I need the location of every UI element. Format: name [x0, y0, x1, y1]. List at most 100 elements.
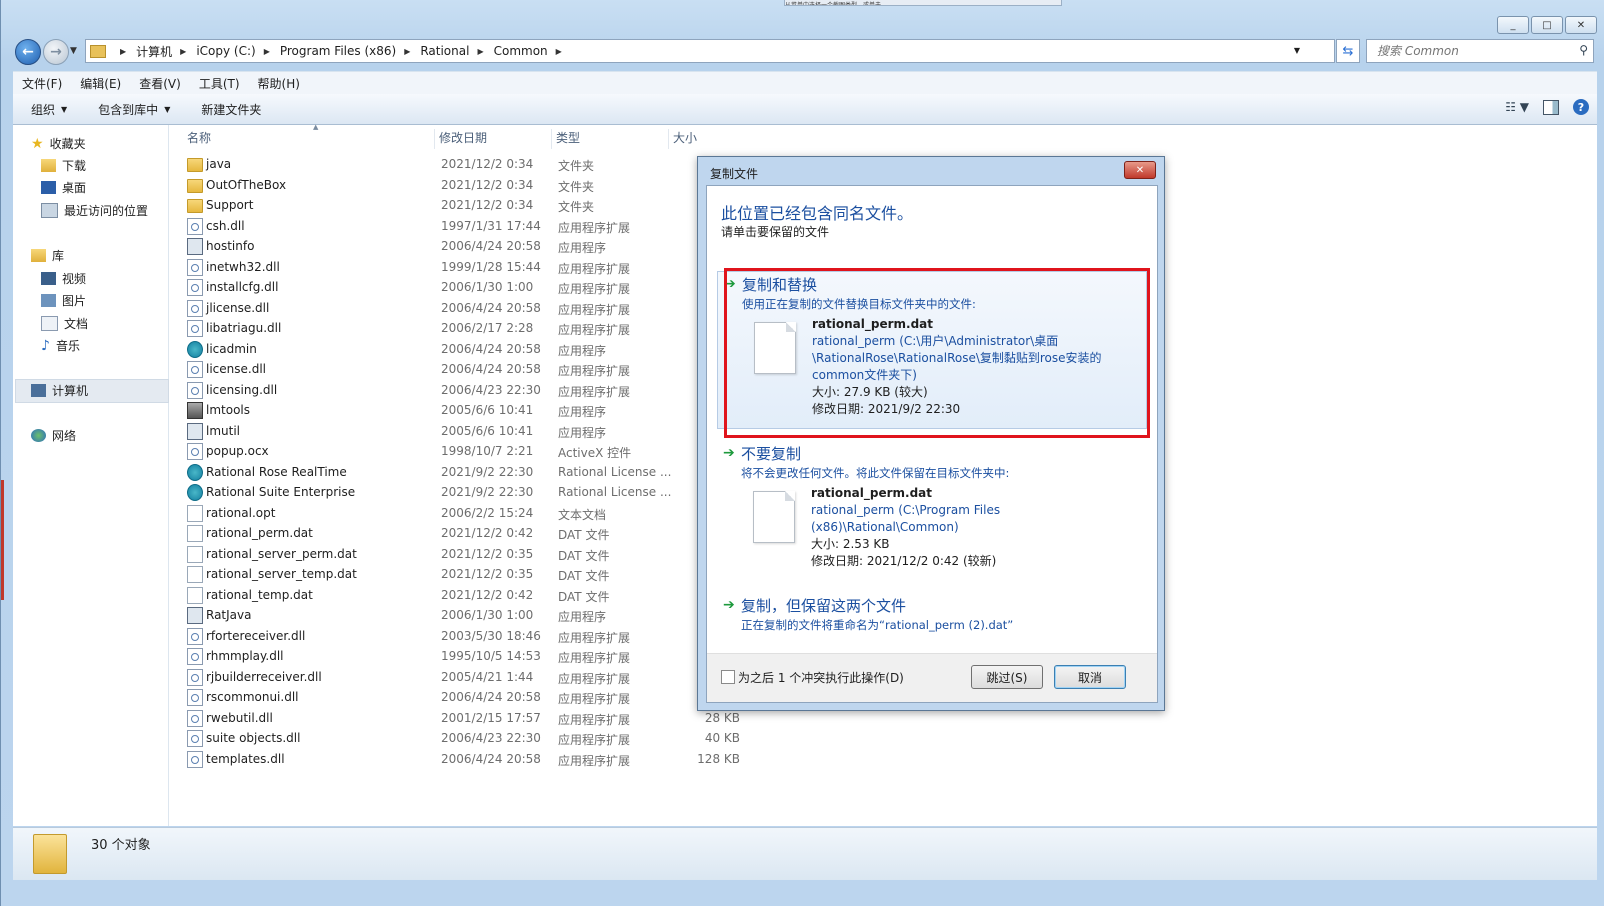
file-row[interactable]: rational_perm.dat 2021/12/2 0:42 DAT 文件 [185, 523, 755, 543]
file-row[interactable]: hostinfo 2006/4/24 20:58 应用程序 [185, 236, 755, 256]
file-row[interactable]: Support 2021/12/2 0:34 文件夹 [185, 195, 755, 215]
file-name[interactable]: rfortereceiver.dll [206, 629, 305, 643]
file-row[interactable]: rational.opt 2006/2/2 15:24 文本文档 [185, 503, 755, 523]
file-name[interactable]: rscommonui.dll [206, 690, 299, 704]
file-name[interactable]: licadmin [206, 342, 257, 356]
file-name[interactable]: Rational Suite Enterprise [206, 485, 355, 499]
menu-edit[interactable]: 编辑(E) [71, 75, 130, 92]
back-button[interactable]: ← [15, 39, 41, 65]
address-bar[interactable]: ▶ 计算机 ▶ iCopy (C:) ▶ Program Files (x86) ▶ … [85, 39, 1335, 63]
close-button[interactable]: ✕ [1565, 16, 1597, 34]
nav-desktop[interactable]: 桌面 [41, 179, 86, 196]
minimize-button[interactable]: _ [1497, 16, 1529, 34]
chevron-right-icon[interactable]: ▶ [477, 47, 483, 56]
file-row[interactable]: lmutil 2005/6/6 10:41 应用程序 [185, 421, 755, 441]
preview-pane-icon[interactable] [1543, 99, 1559, 115]
file-name[interactable]: rational_server_perm.dat [206, 547, 357, 561]
column-header-name[interactable]: 名称 [183, 129, 435, 149]
file-row[interactable]: rfortereceiver.dll 2003/5/30 18:46 应用程序扩展 [185, 626, 755, 646]
breadcrumb-rational[interactable]: Rational ▶ [420, 44, 493, 58]
organize-button[interactable]: 组织 ▼ [13, 101, 80, 118]
file-row[interactable]: rscommonui.dll2006/4/24 20:58应用程序扩展76 KB [185, 687, 755, 707]
search-box[interactable]: ⚲ [1366, 39, 1594, 63]
file-row[interactable]: license.dll 2006/4/24 20:58 应用程序扩展 [185, 359, 755, 379]
file-row[interactable]: rjbuilderreceiver.dll 2005/4/21 1:44 应用程序扩… [185, 667, 755, 687]
nav-network[interactable]: 网络 [31, 427, 76, 444]
chevron-right-icon[interactable]: ▶ [556, 47, 562, 56]
file-name[interactable]: suite objects.dll [206, 731, 300, 745]
dialog-close-button[interactable]: ✕ [1124, 161, 1156, 179]
file-name[interactable]: lmtools [206, 403, 250, 417]
file-name[interactable]: jlicense.dll [206, 301, 269, 315]
menu-view[interactable]: 查看(V) [130, 75, 190, 92]
file-row[interactable]: csh.dll 1997/1/31 17:44 应用程序扩展 [185, 216, 755, 236]
breadcrumb-common[interactable]: Common ▶ [494, 44, 572, 58]
file-name[interactable]: java [206, 157, 231, 171]
file-name[interactable]: installcfg.dll [206, 280, 278, 294]
file-name[interactable]: hostinfo [206, 239, 254, 253]
maximize-button[interactable]: □ [1531, 16, 1563, 34]
file-row[interactable]: jlicense.dll 2006/4/24 20:58 应用程序扩展 [185, 298, 755, 318]
nav-computer[interactable]: 计算机 [31, 382, 88, 399]
file-row[interactable]: rational_server_temp.dat 2021/12/2 0:35 DA… [185, 564, 755, 584]
column-header-size[interactable]: 大小 [669, 129, 743, 149]
nav-recent[interactable]: 最近访问的位置 [41, 202, 148, 219]
nav-favorites[interactable]: ★ 收藏夹 [31, 135, 86, 152]
file-row[interactable]: lmtools 2005/6/6 10:41 应用程序 [185, 400, 755, 420]
column-header-date[interactable]: 修改日期 [435, 129, 552, 149]
refresh-button[interactable]: ⇆ [1336, 39, 1360, 63]
menu-file[interactable]: 文件(F) [13, 75, 71, 92]
menu-tools[interactable]: 工具(T) [190, 75, 249, 92]
nav-library[interactable]: 库 [31, 247, 64, 264]
file-row[interactable]: inetwh32.dll 1999/1/28 15:44 应用程序扩展 [185, 257, 755, 277]
chevron-right-icon[interactable]: ▶ [180, 47, 186, 56]
breadcrumb-drive[interactable]: iCopy (C:) ▶ [196, 44, 280, 58]
nav-downloads[interactable]: 下载 [41, 157, 86, 174]
help-icon[interactable]: ? [1573, 99, 1589, 115]
file-name[interactable]: lmutil [206, 424, 240, 438]
file-name[interactable]: RatJava [206, 608, 251, 622]
address-dropdown-icon[interactable]: ▼ [1294, 46, 1300, 55]
chevron-right-icon[interactable]: ▶ [120, 47, 126, 56]
nav-documents[interactable]: 文档 [41, 315, 88, 332]
search-input[interactable] [1375, 43, 1569, 59]
include-in-library-button[interactable]: 包含到库中 ▼ [80, 101, 183, 118]
file-row[interactable]: licensing.dll 2006/4/23 22:30 应用程序扩展 [185, 380, 755, 400]
file-name[interactable]: csh.dll [206, 219, 245, 233]
file-name[interactable]: inetwh32.dll [206, 260, 280, 274]
cancel-button[interactable]: 取消 [1054, 665, 1126, 689]
menu-help[interactable]: 帮助(H) [249, 75, 309, 92]
skip-button[interactable]: 跳过(S) [971, 665, 1043, 689]
file-name[interactable]: templates.dll [206, 752, 285, 766]
apply-to-all-checkbox[interactable] [721, 670, 735, 684]
column-header-type[interactable]: 类型 [552, 129, 669, 149]
file-row[interactable]: suite objects.dll 2006/4/23 22:30 应用程序扩展 40… [185, 728, 755, 748]
apply-to-all-label[interactable]: 为之后 1 个冲突执行此操作(D) [738, 669, 904, 686]
breadcrumb-computer[interactable]: 计算机 ▶ [136, 43, 196, 60]
breadcrumb-program-files[interactable]: Program Files (x86) ▶ [280, 44, 420, 58]
file-name[interactable]: license.dll [206, 362, 266, 376]
file-name[interactable]: OutOfTheBox [206, 178, 286, 192]
file-row[interactable]: rational_temp.dat 2021/12/2 0:42 DAT 文件 [185, 585, 755, 605]
file-name[interactable]: rwebutil.dll [206, 711, 273, 725]
search-icon[interactable]: ⚲ [1579, 43, 1588, 57]
nav-video[interactable]: 视频 [41, 270, 86, 287]
file-row[interactable]: popup.ocx 1998/10/7 2:21 ActiveX 控件 [185, 441, 755, 461]
file-row[interactable]: templates.dll 2006/4/24 20:58 应用程序扩展 128 KB [185, 749, 755, 769]
option-keep-both[interactable]: ➔ 复制，但保留这两个文件 正在复制的文件将重命名为“rational_perm… [717, 593, 1145, 637]
file-name[interactable]: rational_temp.dat [206, 588, 313, 602]
file-row[interactable]: rwebutil.dll 2001/2/15 17:57 应用程序扩展 28 KB [185, 708, 755, 728]
option-dont-copy[interactable]: ➔ 不要复制 将不会更改任何文件。将此文件保留在目标文件夹中: rational… [717, 441, 1145, 571]
file-name[interactable]: Support [206, 198, 253, 212]
file-row[interactable]: OutOfTheBox 2021/12/2 0:34 文件夹 [185, 175, 755, 195]
file-row[interactable]: libatriagu.dll 2006/2/17 2:28 应用程序扩展 [185, 318, 755, 338]
file-row[interactable]: Rational Suite Enterprise 2021/9/2 22:30 R… [185, 482, 755, 502]
nav-pictures[interactable]: 图片 [41, 292, 86, 309]
file-row[interactable]: java 2021/12/2 0:34 文件夹 [185, 154, 755, 174]
file-row[interactable]: rhmmplay.dll 1995/10/5 14:53 应用程序扩展 [185, 646, 755, 666]
file-name[interactable]: rational.opt [206, 506, 275, 520]
file-name[interactable]: Rational Rose RealTime [206, 465, 347, 479]
breadcrumb-sep-root[interactable]: ▶ [112, 47, 136, 56]
nav-music[interactable]: ♪ 音乐 [41, 337, 80, 354]
forward-button[interactable]: → [43, 39, 69, 65]
